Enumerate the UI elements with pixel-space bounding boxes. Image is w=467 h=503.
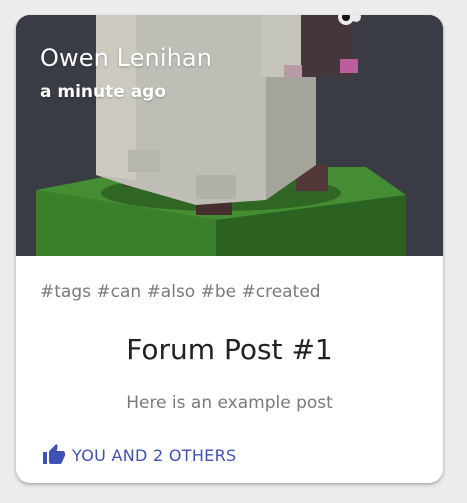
thumbs-up-icon — [42, 443, 66, 467]
post-body: Here is an example post — [126, 393, 333, 413]
post-tags: #tags #can #also #be #created — [40, 282, 321, 302]
like-count-label: YOU AND 2 OTHERS — [72, 445, 237, 465]
forum-post-card: Owen Lenihan a minute ago #tags #can #al… — [16, 15, 443, 483]
post-author: Owen Lenihan — [40, 44, 213, 72]
post-title: Forum Post #1 — [126, 333, 333, 366]
post-cover-image: Owen Lenihan a minute ago — [16, 15, 443, 256]
post-timestamp: a minute ago — [40, 82, 167, 102]
like-button[interactable]: YOU AND 2 OTHERS — [42, 443, 236, 467]
